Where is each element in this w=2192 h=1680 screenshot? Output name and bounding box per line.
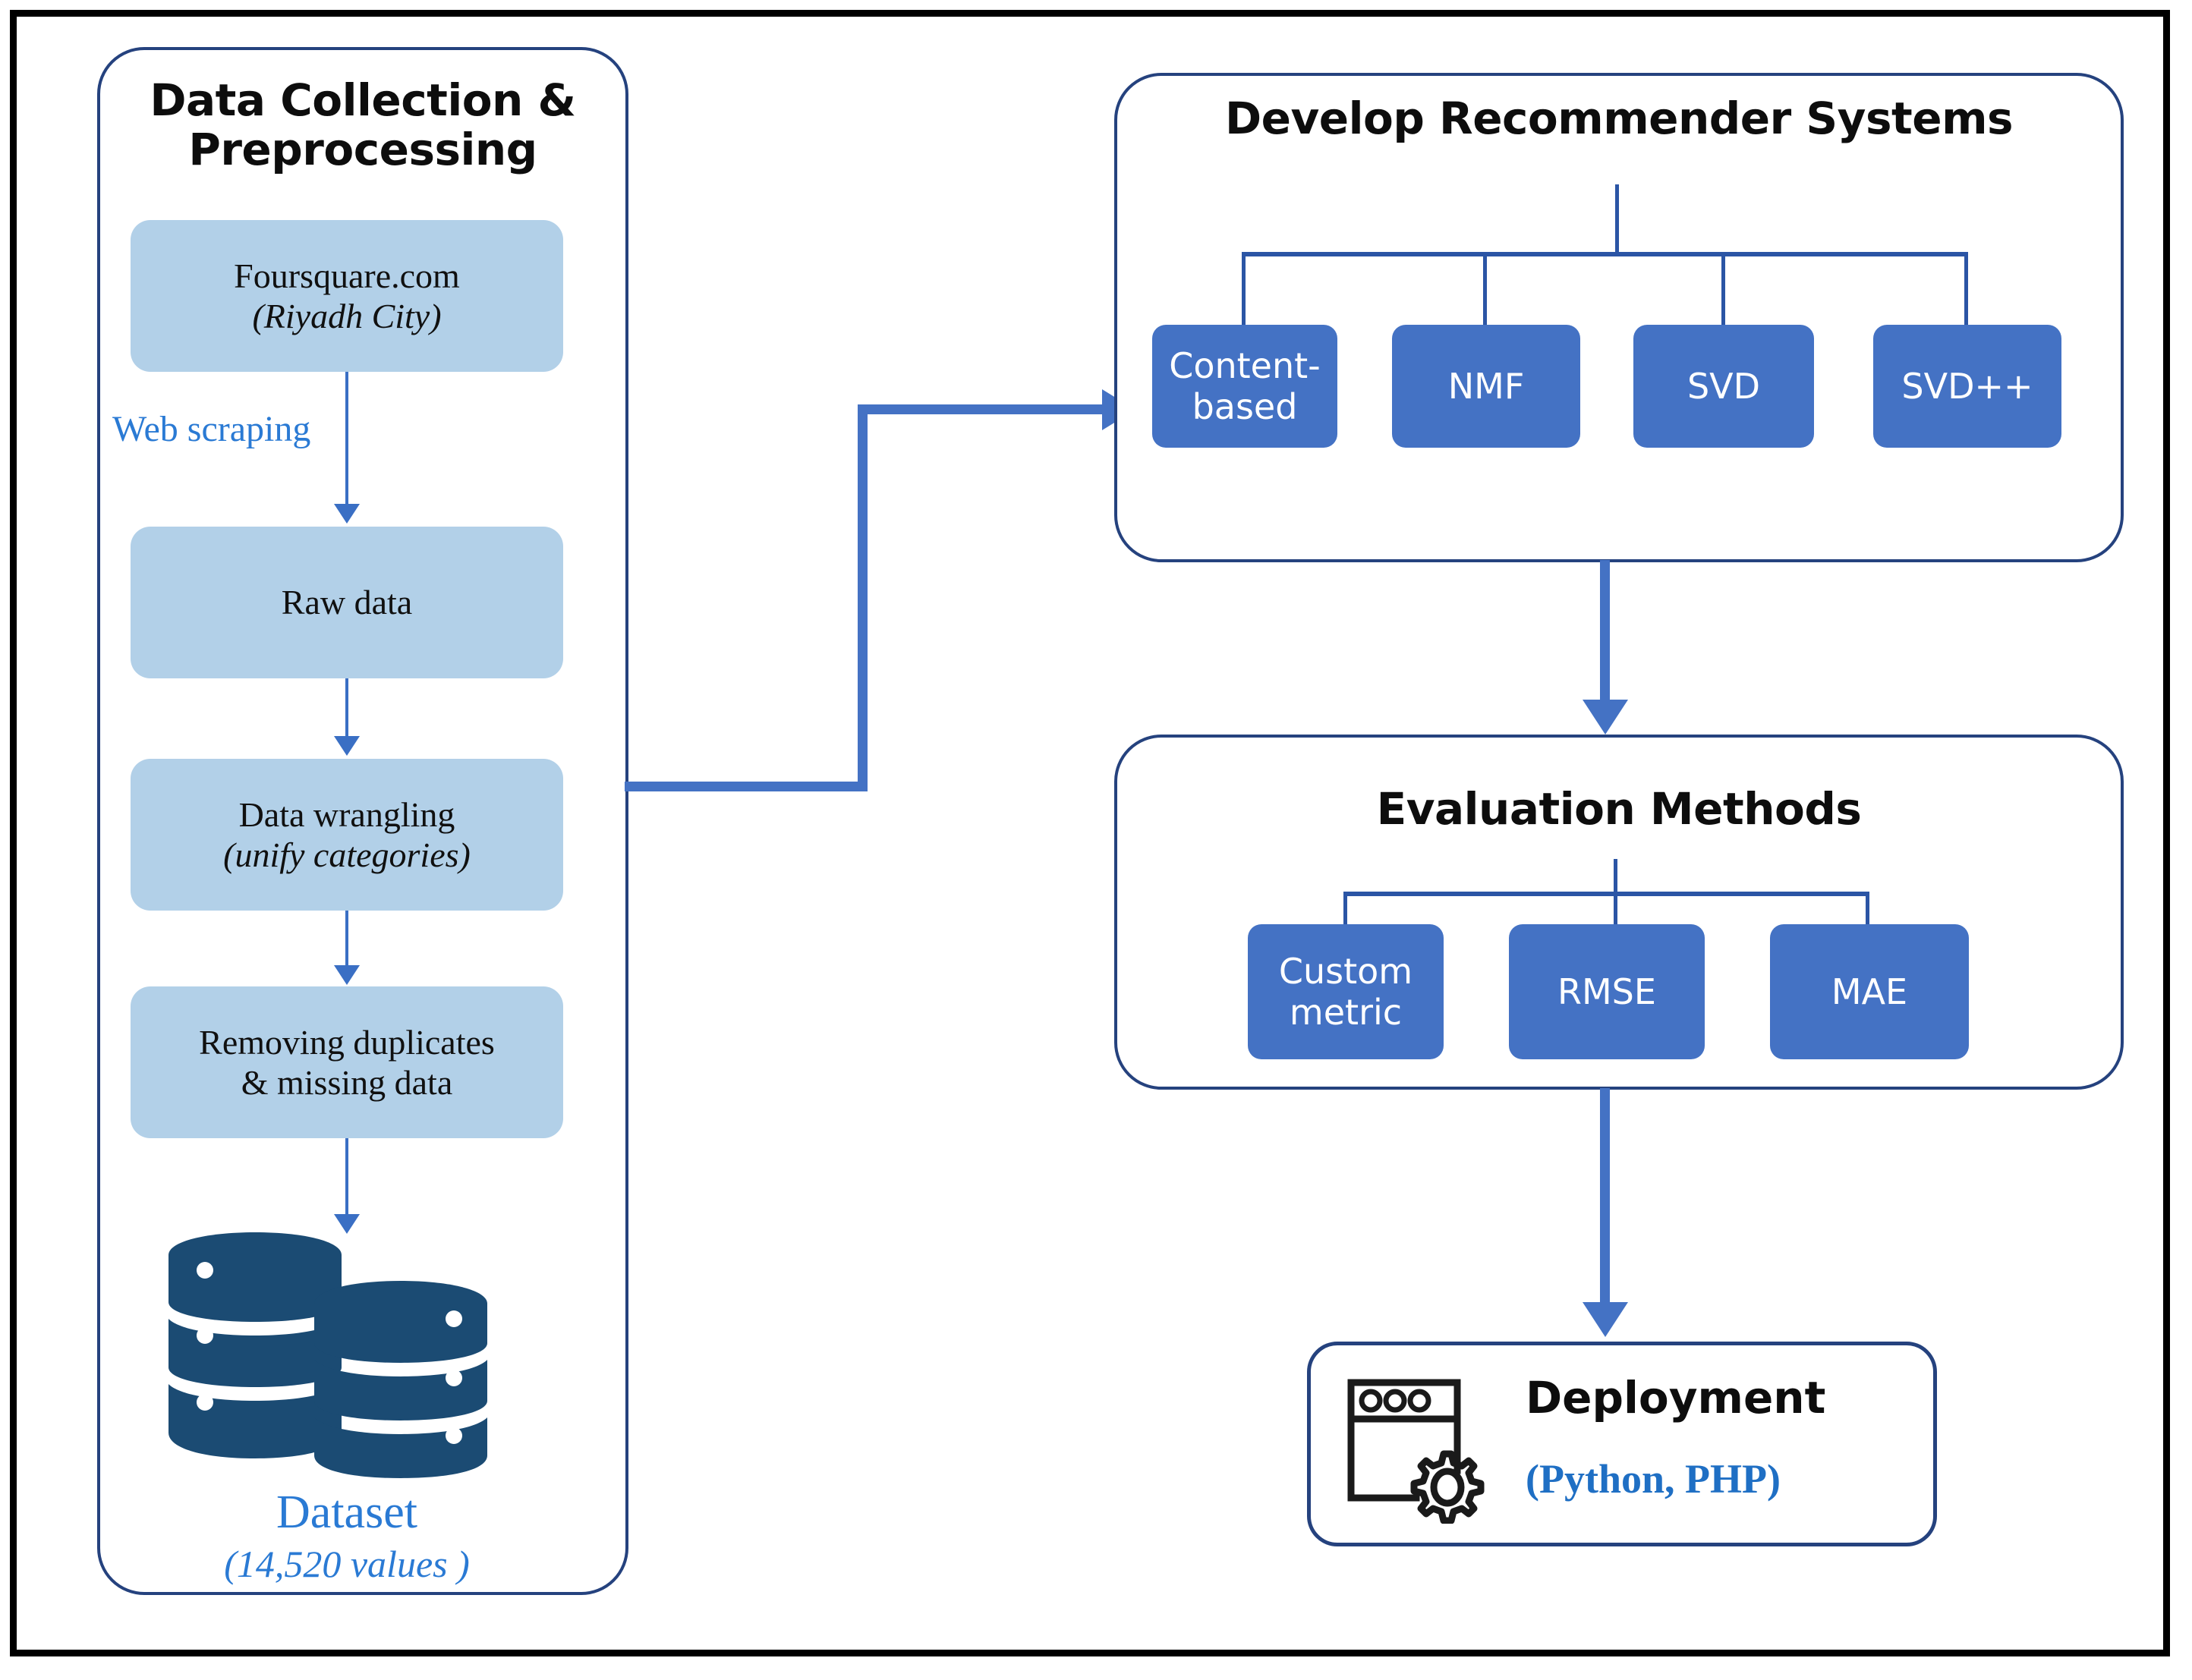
step-box-raw-data[interactable]: Raw data: [131, 527, 563, 678]
connector-develop-to-evaluation: [1600, 560, 1610, 704]
metric-box-custom-metric-line-1: Custom: [1278, 950, 1413, 992]
method-box-content-based-line-1: Content-: [1169, 344, 1321, 386]
tree-leg-develop-4: [1964, 252, 1968, 326]
arrowhead-wrangling-to-removing: [334, 965, 360, 985]
metric-box-custom-metric[interactable]: Custom metric: [1248, 924, 1444, 1059]
connector-rawdata-to-wrangling: [345, 678, 348, 739]
connector-wrangling-to-removing: [345, 911, 348, 968]
dataset-count-label: (14,520 values ): [224, 1543, 470, 1585]
method-box-nmf-label: NMF: [1447, 365, 1525, 407]
step-box-foursquare-line-2: (Riyadh City): [252, 297, 442, 335]
metric-box-rmse[interactable]: RMSE: [1509, 924, 1705, 1059]
connector-dataset-to-develop-vertical: [858, 404, 868, 791]
edge-label-web-scraping: Web scraping: [112, 409, 311, 449]
method-box-svd-plus-plus-label: SVD++: [1901, 365, 2033, 407]
metric-box-mae[interactable]: MAE: [1770, 924, 1969, 1059]
step-box-data-wrangling-line-1: Data wrangling: [238, 794, 455, 834]
method-box-content-based[interactable]: Content- based: [1152, 325, 1337, 448]
tree-bar-evaluation: [1343, 892, 1869, 896]
connector-foursquare-to-rawdata: [345, 372, 348, 507]
metric-box-rmse-label: RMSE: [1557, 971, 1656, 1012]
tree-leg-evaluation-1: [1343, 892, 1347, 925]
metric-box-custom-metric-line-2: metric: [1289, 992, 1403, 1033]
tree-leg-evaluation-2: [1614, 892, 1617, 925]
connector-dataset-to-develop-horizontal-lower: [625, 782, 868, 791]
tree-leg-develop-2: [1483, 252, 1487, 326]
tree-leg-evaluation-3: [1866, 892, 1869, 925]
step-box-removing-duplicates-line-2: & missing data: [241, 1063, 453, 1102]
step-box-foursquare[interactable]: Foursquare.com (Riyadh City): [131, 220, 563, 372]
tree-stem-develop: [1615, 184, 1619, 254]
panel-title-data-collection: Data Collection & Preprocessing: [97, 76, 628, 175]
panel-title-develop-recommender-systems: Develop Recommender Systems: [1224, 93, 2014, 144]
tree-bar-develop: [1242, 252, 1967, 256]
dataset-label: Dataset: [276, 1487, 417, 1538]
connector-dataset-to-develop-horizontal-upper: [858, 404, 1108, 414]
arrowhead-develop-to-evaluation: [1583, 700, 1628, 735]
arrowhead-evaluation-to-deployment: [1583, 1302, 1628, 1337]
method-box-svd-label: SVD: [1687, 365, 1761, 407]
panel-develop-recommender-systems: [1114, 73, 2124, 562]
step-box-removing-duplicates[interactable]: Removing duplicates & missing data: [131, 986, 563, 1138]
arrowhead-foursquare-to-rawdata: [334, 504, 360, 524]
arrowhead-rawdata-to-wrangling: [334, 736, 360, 756]
step-box-raw-data-line-1: Raw data: [281, 583, 413, 622]
deployment-title: Deployment: [1526, 1372, 1826, 1424]
panel-title-line-1: Data Collection &: [150, 74, 576, 126]
panel-title-line-2: Preprocessing: [188, 123, 537, 175]
connector-removing-to-dataset: [345, 1138, 348, 1217]
step-box-removing-duplicates-line-1: Removing duplicates: [199, 1022, 495, 1062]
metric-box-mae-label: MAE: [1831, 971, 1908, 1012]
connector-evaluation-to-deployment: [1600, 1088, 1610, 1308]
database-stack-icon: [168, 1232, 487, 1478]
method-box-svd-plus-plus[interactable]: SVD++: [1873, 325, 2061, 448]
method-box-nmf[interactable]: NMF: [1392, 325, 1580, 448]
method-box-content-based-line-2: based: [1192, 386, 1298, 427]
panel-title-evaluation-methods: Evaluation Methods: [1376, 783, 1862, 835]
diagram-canvas: Data Collection & Preprocessing Foursqua…: [0, 0, 2192, 1680]
tree-leg-develop-3: [1721, 252, 1725, 326]
tree-leg-develop-1: [1242, 252, 1246, 326]
deployment-subtitle: (Python, PHP): [1526, 1456, 1781, 1502]
step-box-foursquare-line-1: Foursquare.com: [234, 256, 460, 295]
method-box-svd[interactable]: SVD: [1633, 325, 1814, 448]
step-box-data-wrangling-line-2: (unify categories): [223, 835, 471, 874]
step-box-data-wrangling[interactable]: Data wrangling (unify categories): [131, 759, 563, 911]
browser-window-gear-icon: [1347, 1379, 1485, 1524]
